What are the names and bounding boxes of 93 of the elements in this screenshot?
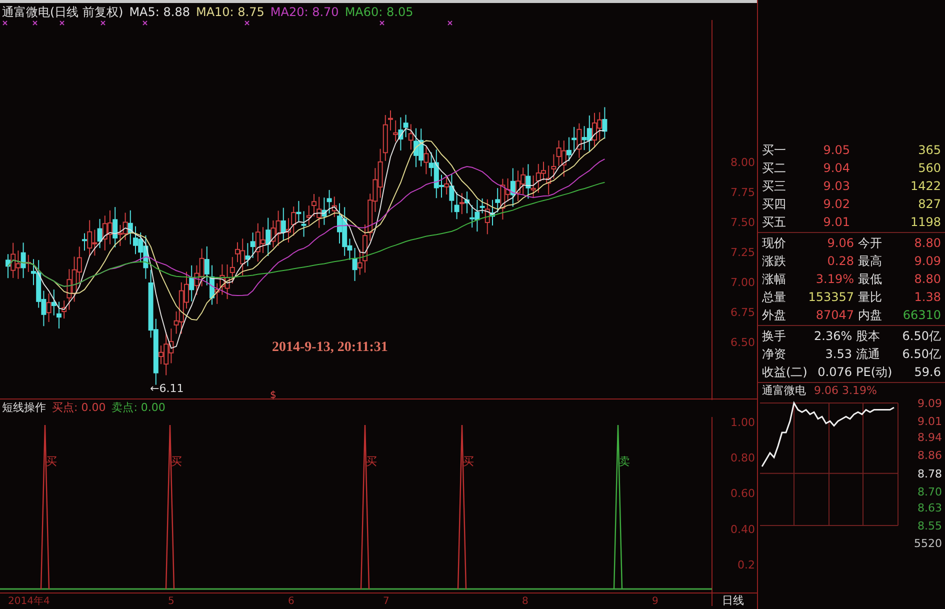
quote-label: 今开 <box>858 235 883 252</box>
intraday-axis-label: 8.86 <box>918 449 942 462</box>
quote-value: 9.06 <box>826 235 854 252</box>
quote-label: 外盘 <box>762 307 787 324</box>
bid-volume: 365 <box>917 142 941 159</box>
signal-label: 买 <box>366 455 377 468</box>
bid-level-label: 买五 <box>762 214 787 231</box>
quote-value: 153357 <box>807 289 854 306</box>
date-axis-label: 6 <box>288 596 294 606</box>
indicator-axis-label: 0.40 <box>730 522 755 536</box>
bid-price: 9.05 <box>822 142 850 159</box>
date-axis-label: 8 <box>522 596 528 606</box>
intraday-title: 通富微电 <box>762 383 806 399</box>
intraday-axis-label: 8.63 <box>918 501 942 514</box>
price-axis-label: 7.75 <box>730 186 755 199</box>
signal-label: 卖 <box>619 455 630 468</box>
indicator-axis-label: 0.2 <box>738 558 755 572</box>
date-axis-label: 2014年4 <box>8 596 50 606</box>
price-axis-label: 6.50 <box>730 336 755 349</box>
dollar-mark: $ <box>270 390 276 400</box>
quote-value: 1.38 <box>913 289 941 306</box>
quote-value: 8.80 <box>913 271 941 288</box>
quote-value: 8.80 <box>913 235 941 252</box>
signal-label: 买 <box>171 455 182 468</box>
bid-level-label: 买二 <box>762 160 787 177</box>
intraday-reading: 9.06 3.19% <box>814 383 877 399</box>
indicator-axis-label: 0.80 <box>730 452 755 465</box>
fundamental-label: 股本 <box>856 328 881 345</box>
fundamental-value: 2.36% <box>814 328 854 345</box>
intraday-axis-label: 9.01 <box>918 415 942 428</box>
fundamental-label: 换手 <box>762 328 787 345</box>
intraday-axis-label: 8.94 <box>918 431 942 444</box>
fundamental-label: 净资 <box>762 346 787 363</box>
bid-price: 9.04 <box>822 160 850 177</box>
intraday-axis-label: 8.55 <box>918 520 942 532</box>
quote-label: 量比 <box>858 289 883 306</box>
buy-point-value: 买点: 0.00 <box>52 400 106 416</box>
price-axis-label: 7.50 <box>730 216 755 229</box>
bid-price: 9.01 <box>822 214 850 231</box>
signal-label: 买 <box>46 455 57 468</box>
moving-average-value: MA10: 8.75 <box>196 4 264 20</box>
fundamental-label: PE(动) <box>856 364 894 381</box>
bid-price: 9.02 <box>822 196 850 213</box>
indicator-axis-label: 1.00 <box>730 417 755 429</box>
fundamental-value: 3.53 <box>824 346 853 363</box>
date-axis-label: 9 <box>652 596 658 606</box>
low-price-label: ←6.11 <box>150 382 184 395</box>
intraday-axis-label: 8.78 <box>918 467 942 480</box>
fundamental-value: 59.6 <box>913 364 941 381</box>
quote-label: 涨跌 <box>762 253 787 270</box>
bid-volume: 1422 <box>909 178 941 195</box>
bid-level-label: 买一 <box>762 142 787 159</box>
date-axis-label: 5 <box>168 596 174 606</box>
timestamp: 2014-9-13, 20:11:31 <box>272 340 388 355</box>
quote-label: 现价 <box>762 235 787 252</box>
quote-value: 87047 <box>814 307 854 324</box>
bid-level-label: 买四 <box>762 196 787 213</box>
fundamental-value: 6.50亿 <box>901 346 941 363</box>
chart-title: 通富微电(日线 前复权) <box>2 4 124 20</box>
price-axis-label: 8.00 <box>730 156 755 169</box>
quote-label: 最高 <box>858 253 883 270</box>
quote-value: 3.19% <box>814 271 854 288</box>
bid-price: 9.03 <box>822 178 850 195</box>
moving-average-value: MA60: 8.05 <box>344 4 414 20</box>
bid-volume: 827 <box>917 196 941 213</box>
fundamental-label: 流通 <box>856 346 881 363</box>
quote-label: 总量 <box>762 289 787 306</box>
price-axis-label: 7.25 <box>730 246 755 259</box>
fundamental-label: 收益(二) <box>762 364 808 381</box>
indicator-axis-label: 0.60 <box>730 487 755 500</box>
quote-label: 最低 <box>858 271 883 288</box>
quote-label: 涨幅 <box>762 271 787 288</box>
price-axis-label: 7.00 <box>730 276 755 289</box>
period-tab[interactable]: 日线 <box>722 594 744 606</box>
intraday-volume-label: 5520 <box>914 537 942 550</box>
quote-value: 9.09 <box>913 253 941 270</box>
quote-value: 66310 <box>902 307 941 324</box>
signal-label: 买 <box>463 455 474 468</box>
intraday-axis-label: 8.70 <box>918 485 942 498</box>
bid-level-label: 买三 <box>762 178 787 195</box>
bid-volume: 1198 <box>909 214 941 231</box>
fundamental-value: 6.50亿 <box>901 328 941 345</box>
quote-value: 0.28 <box>826 253 854 270</box>
moving-average-value: MA20: 8.70 <box>270 4 339 20</box>
indicator-title: 短线操作 <box>2 400 46 416</box>
price-axis-label: 6.75 <box>730 306 755 319</box>
moving-average-value: MA5: 8.88 <box>129 4 190 20</box>
quote-label: 内盘 <box>858 307 883 324</box>
date-axis-label: 7 <box>383 596 390 606</box>
intraday-axis-label: 9.09 <box>918 399 942 410</box>
fundamental-value: 0.076 <box>816 364 853 381</box>
sell-point-value: 卖点: 0.00 <box>112 400 166 416</box>
bid-volume: 560 <box>917 160 941 177</box>
